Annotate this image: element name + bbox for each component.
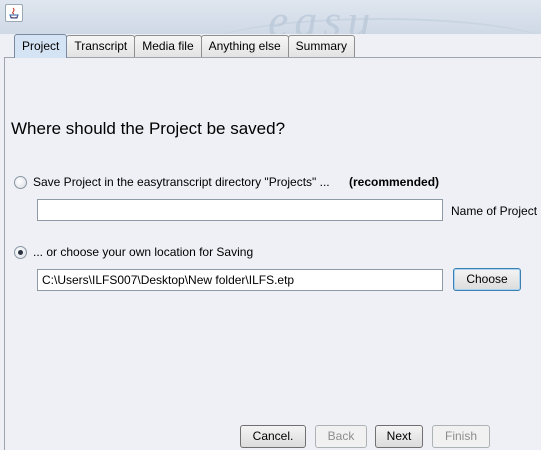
save-path-input[interactable]: C:\Users\ILFS007\Desktop\New folder\ILFS… [37, 269, 443, 291]
wizard-window: easu Project Transcript Media file Anyth… [0, 0, 541, 450]
page-heading: Where should the Project be saved? [11, 119, 286, 138]
custom-location-label[interactable]: ... or choose your own location for Savi… [33, 245, 253, 259]
choose-button[interactable]: Choose [453, 268, 521, 291]
cancel-button[interactable]: Cancel. [240, 425, 306, 448]
radio-dot [18, 250, 23, 255]
tab-media-file[interactable]: Media file [134, 35, 202, 57]
java-app-icon [5, 4, 23, 22]
project-name-label: Name of Project [451, 204, 538, 218]
save-default-label[interactable]: Save Project in the easytranscript direc… [33, 175, 330, 189]
recommended-hint: (recommended) [349, 175, 440, 189]
tab-project[interactable]: Project [14, 34, 68, 58]
back-button[interactable]: Back [315, 425, 367, 448]
project-name-input[interactable] [37, 199, 443, 221]
tab-transcript[interactable]: Transcript [66, 35, 136, 57]
finish-button[interactable]: Finish [432, 425, 490, 448]
tab-anything-else[interactable]: Anything else [200, 35, 289, 57]
radio-custom-location[interactable] [14, 246, 27, 259]
tab-strip: Project Transcript Media file Anything e… [14, 34, 356, 58]
title-bar-watermark: easu [268, 0, 377, 34]
next-button[interactable]: Next [375, 425, 423, 448]
title-bar: easu [0, 0, 541, 34]
tab-summary[interactable]: Summary [287, 35, 356, 57]
radio-save-default-directory[interactable] [14, 176, 27, 189]
